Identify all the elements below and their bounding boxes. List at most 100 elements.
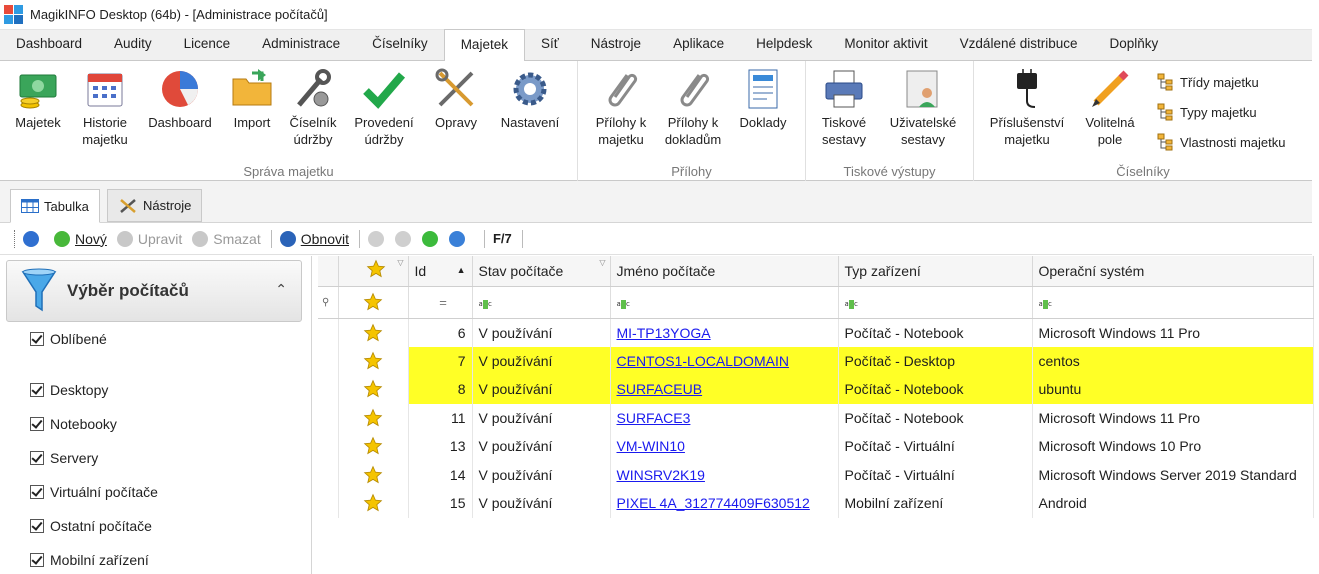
refresh-button[interactable]: Obnovit [279,230,349,247]
menu-tab-7[interactable]: Nástroje [575,29,657,60]
name-cell[interactable]: SURFACE3 [610,403,839,432]
header-favorite[interactable]: ▽ [338,256,409,287]
table-row[interactable]: 8V používání SURFACEUB Počítač - Notebook u… [318,375,1314,404]
name-cell[interactable]: WINSRV2K19 [610,460,839,489]
chevron-up-icon[interactable]: ⌃ [275,281,287,298]
tab-nastroje[interactable]: Nástroje [107,189,203,222]
ribbon-button-sprava-4[interactable]: Číselník údržby [284,67,342,148]
menu-tab-2[interactable]: Licence [168,29,247,60]
filter-name[interactable]: ac [610,286,839,319]
menu-tab-3[interactable]: Administrace [246,29,356,60]
ribbon-button-tisk-0[interactable]: Tiskové sestavy [812,67,876,148]
table-row[interactable]: 6V používání MI-TP13YOGA Počítač - Noteboo… [318,318,1314,347]
menu-tab-1[interactable]: Audity [98,29,168,60]
last-button[interactable] [448,230,470,247]
filter-checkbox-4[interactable]: Virtuální počítače [30,484,158,500]
computer-name-link[interactable]: PIXEL 4A_312774409F630512 [617,495,810,511]
menu-tab-0[interactable]: Dashboard [0,29,98,60]
table-row[interactable]: 11 V používání SURFACE3 Počítač - Notebook M… [318,403,1314,432]
filter-os[interactable]: ac [1032,286,1314,319]
menu-tab-11[interactable]: Vzdálené distribuce [944,29,1094,60]
edit-button[interactable]: Upravit [116,230,182,247]
header-type[interactable]: Typ zařízení [838,256,1033,287]
tab-tabulka[interactable]: Tabulka [10,189,100,223]
computer-name-link[interactable]: MI-TP13YOGA [617,325,711,341]
next-button[interactable] [421,230,443,247]
header-state[interactable]: Stav počítače ▽ [472,256,611,287]
checkbox-checked-icon[interactable] [30,485,44,499]
first-button[interactable] [367,230,389,247]
computer-name-link[interactable]: VM-WIN10 [617,438,685,454]
filter-icon[interactable]: ▽ [397,258,403,267]
star-icon[interactable] [363,379,383,399]
computer-name-link[interactable]: SURFACE3 [617,410,691,426]
star-icon[interactable] [363,323,383,343]
new-button[interactable]: Nový [54,230,107,247]
ribbon-button-prilohy-2[interactable]: Doklady [728,67,798,131]
name-cell[interactable]: SURFACEUB [610,375,839,404]
ribbon-button-prilohy-0[interactable]: Přílohy k majetku [586,67,656,148]
table-row[interactable]: 7V používání CENTOS1-LOCALDOMAIN Počítač -… [318,346,1314,375]
star-icon[interactable] [363,436,383,456]
favorite-cell[interactable] [338,489,409,518]
star-icon[interactable] [363,351,383,371]
checkbox-checked-icon[interactable] [30,417,44,431]
ribbon-small-button-1[interactable]: Typy majetku [1156,97,1286,127]
favorite-cell[interactable] [338,432,409,461]
star-icon[interactable] [363,493,383,513]
header-id[interactable]: Id ▲ [408,256,473,287]
computer-name-link[interactable]: CENTOS1-LOCALDOMAIN [617,353,789,369]
ribbon-button-prilohy-1[interactable]: Přílohy k dokladům [658,67,728,148]
checkbox-checked-icon[interactable] [30,332,44,346]
menu-tab-6[interactable]: Síť [525,29,575,60]
menu-tab-12[interactable]: Doplňky [1094,29,1175,60]
ribbon-small-button-0[interactable]: Třídy majetku [1156,67,1286,97]
name-cell[interactable]: PIXEL 4A_312774409F630512 [610,489,839,518]
ribbon-button-ciselniky-0[interactable]: Příslušenství majetku [980,67,1074,148]
prev-button[interactable] [394,230,416,247]
ribbon-button-sprava-2[interactable]: Dashboard [140,67,220,131]
star-icon[interactable] [363,465,383,485]
filter-id[interactable]: = [408,286,473,319]
ribbon-button-sprava-0[interactable]: Majetek [6,67,70,131]
favorite-cell[interactable] [338,460,409,489]
filter-checkbox-3[interactable]: Servery [30,450,98,466]
filter-checkbox-2[interactable]: Notebooky [30,416,117,432]
ribbon-button-ciselniky-1[interactable]: Volitelná pole [1074,67,1146,148]
filter-checkbox-5[interactable]: Ostatní počítače [30,518,152,534]
menu-tab-8[interactable]: Aplikace [657,29,740,60]
ribbon-small-button-2[interactable]: Vlastnosti majetku [1156,127,1286,157]
ribbon-button-sprava-5[interactable]: Provedení údržby [344,67,424,148]
name-cell[interactable]: VM-WIN10 [610,432,839,461]
ribbon-button-sprava-1[interactable]: Historie majetku [74,67,136,148]
delete-button[interactable]: Smazat [192,230,261,247]
favorite-cell[interactable] [338,375,409,404]
favorite-cell[interactable] [338,346,409,375]
favorite-cell[interactable] [338,318,409,347]
header-name[interactable]: Jméno počítače [610,256,839,287]
table-row[interactable]: 13 V používání VM-WIN10 Počítač - Virtuální… [318,432,1314,461]
computer-name-link[interactable]: SURFACEUB [617,381,703,397]
ribbon-button-tisk-1[interactable]: Uživatelské sestavy [878,67,968,148]
checkbox-checked-icon[interactable] [30,553,44,567]
filter-icon[interactable]: ▽ [599,258,605,267]
menu-tab-10[interactable]: Monitor aktivit [828,29,943,60]
name-cell[interactable]: MI-TP13YOGA [610,318,839,347]
info-button[interactable] [23,230,44,247]
filter-panel-header[interactable]: Výběr počítačů ⌃ [6,260,302,322]
star-icon[interactable] [363,408,383,428]
checkbox-checked-icon[interactable] [30,451,44,465]
checkbox-checked-icon[interactable] [30,383,44,397]
header-os[interactable]: Operační systém [1032,256,1314,287]
filter-favorite[interactable] [338,286,409,319]
ribbon-button-sprava-3[interactable]: Import [224,67,280,131]
menu-tab-5[interactable]: Majetek [443,29,525,61]
filter-checkbox-6[interactable]: Mobilní zařízení [30,552,149,568]
computer-name-link[interactable]: WINSRV2K19 [617,467,705,483]
favorite-cell[interactable] [338,403,409,432]
filter-type[interactable]: ac [838,286,1033,319]
filter-checkbox-1[interactable]: Desktopy [30,382,108,398]
table-row[interactable]: 15 V používání PIXEL 4A_312774409F630512 Mo… [318,489,1314,518]
ribbon-button-sprava-7[interactable]: Nastavení [490,67,570,131]
table-row[interactable]: 14 V používání WINSRV2K19 Počítač - Virtuál… [318,460,1314,489]
